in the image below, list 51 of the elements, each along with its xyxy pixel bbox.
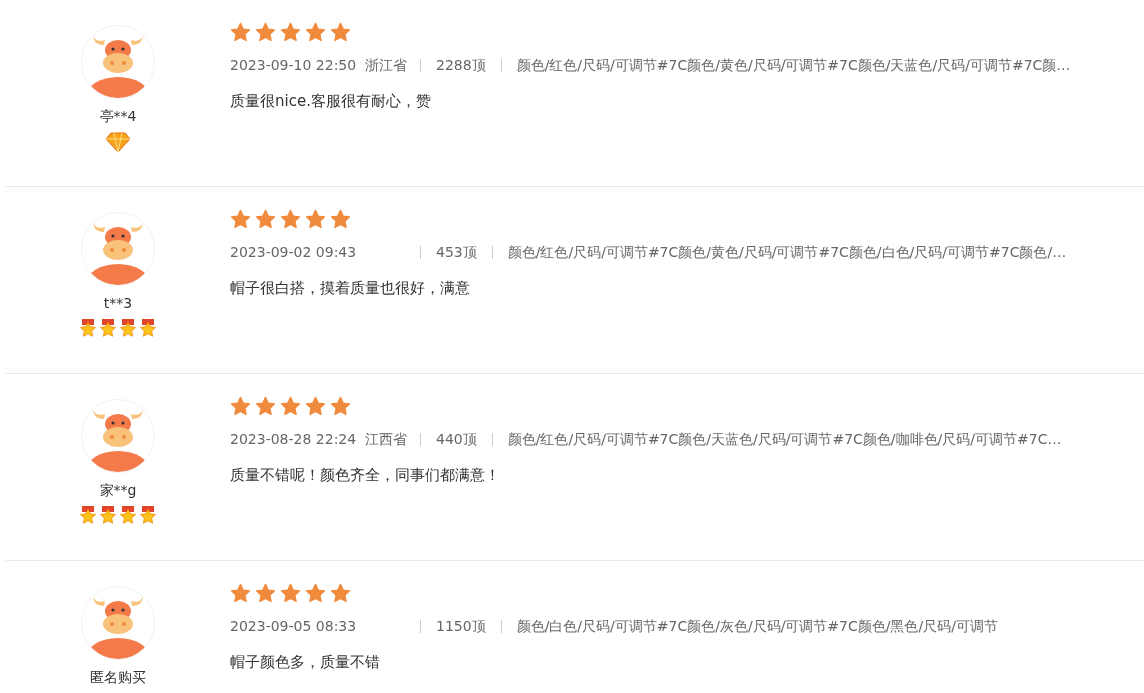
review-time: 2023-09-10 22:50 <box>230 56 358 75</box>
review-comment: 质量很nice.客服很有耐心，赞 <box>230 91 432 111</box>
purchase-count: 453顶 <box>436 243 477 262</box>
medal-icon <box>98 505 118 525</box>
medal-icon <box>138 505 158 525</box>
purchase-count: 440顶 <box>436 430 477 449</box>
product-spec: 颜色/白色/尺码/可调节#7C颜色/灰色/尺码/可调节#7C颜色/黑色/尺码/可调节 <box>516 617 998 636</box>
review-time: 2023-08-28 22:24 <box>230 430 358 449</box>
review-comment: 帽子很白搭，摸着质量也很好，满意 <box>230 278 471 298</box>
review-location: 浙江省 <box>365 57 407 73</box>
star-icon <box>305 209 326 230</box>
medal-icon <box>118 505 138 525</box>
star-icon <box>305 22 326 43</box>
star-icon <box>330 22 351 43</box>
username: 亭**4 <box>99 107 137 125</box>
star-icon <box>305 396 326 417</box>
medal-icon <box>118 318 138 338</box>
star-icon <box>255 396 276 417</box>
product-spec: 颜色/红色/尺码/可调节#7C颜色/天蓝色/尺码/可调节#7C颜色/咖啡色/尺码/可调节#7C… <box>507 430 1062 449</box>
review-time: 2023-09-05 08:33 <box>230 617 358 636</box>
star-icon <box>305 583 326 604</box>
star-icon <box>255 22 276 43</box>
review-comment: 质量不错呢！颜色齐全，同事们都满意！ <box>230 465 501 485</box>
review-comment: 帽子颜色多，质量不错 <box>230 652 381 672</box>
diamond-icon <box>105 131 131 153</box>
star-icon <box>280 396 301 417</box>
medal-icon <box>138 318 158 338</box>
star-icon <box>230 209 251 230</box>
star-icon <box>280 22 301 43</box>
review-location: 江西省 <box>365 431 407 447</box>
star-icon <box>280 583 301 604</box>
username: 家**g <box>99 481 137 499</box>
review-time: 2023-09-02 09:43 <box>230 243 358 262</box>
username: 匿名购买 <box>90 668 146 686</box>
purchase-count: 1150顶 <box>436 617 486 636</box>
purchase-count: 2288顶 <box>436 56 486 75</box>
star-icon <box>230 583 251 604</box>
product-spec: 颜色/红色/尺码/可调节#7C颜色/黄色/尺码/可调节#7C颜色/天蓝色/尺码/可调节#7C颜… <box>516 56 1071 75</box>
medal-icon <box>78 505 98 525</box>
star-icon <box>330 209 351 230</box>
star-icon <box>230 22 251 43</box>
star-icon <box>255 209 276 230</box>
star-icon <box>255 583 276 604</box>
star-icon <box>280 209 301 230</box>
username: t**3 <box>103 294 133 312</box>
star-icon <box>330 583 351 604</box>
medal-icon <box>98 318 118 338</box>
product-spec: 颜色/红色/尺码/可调节#7C颜色/黄色/尺码/可调节#7C颜色/白色/尺码/可调节#7C颜色/… <box>507 243 1067 262</box>
star-icon <box>230 396 251 417</box>
star-icon <box>330 396 351 417</box>
medal-icon <box>78 318 98 338</box>
